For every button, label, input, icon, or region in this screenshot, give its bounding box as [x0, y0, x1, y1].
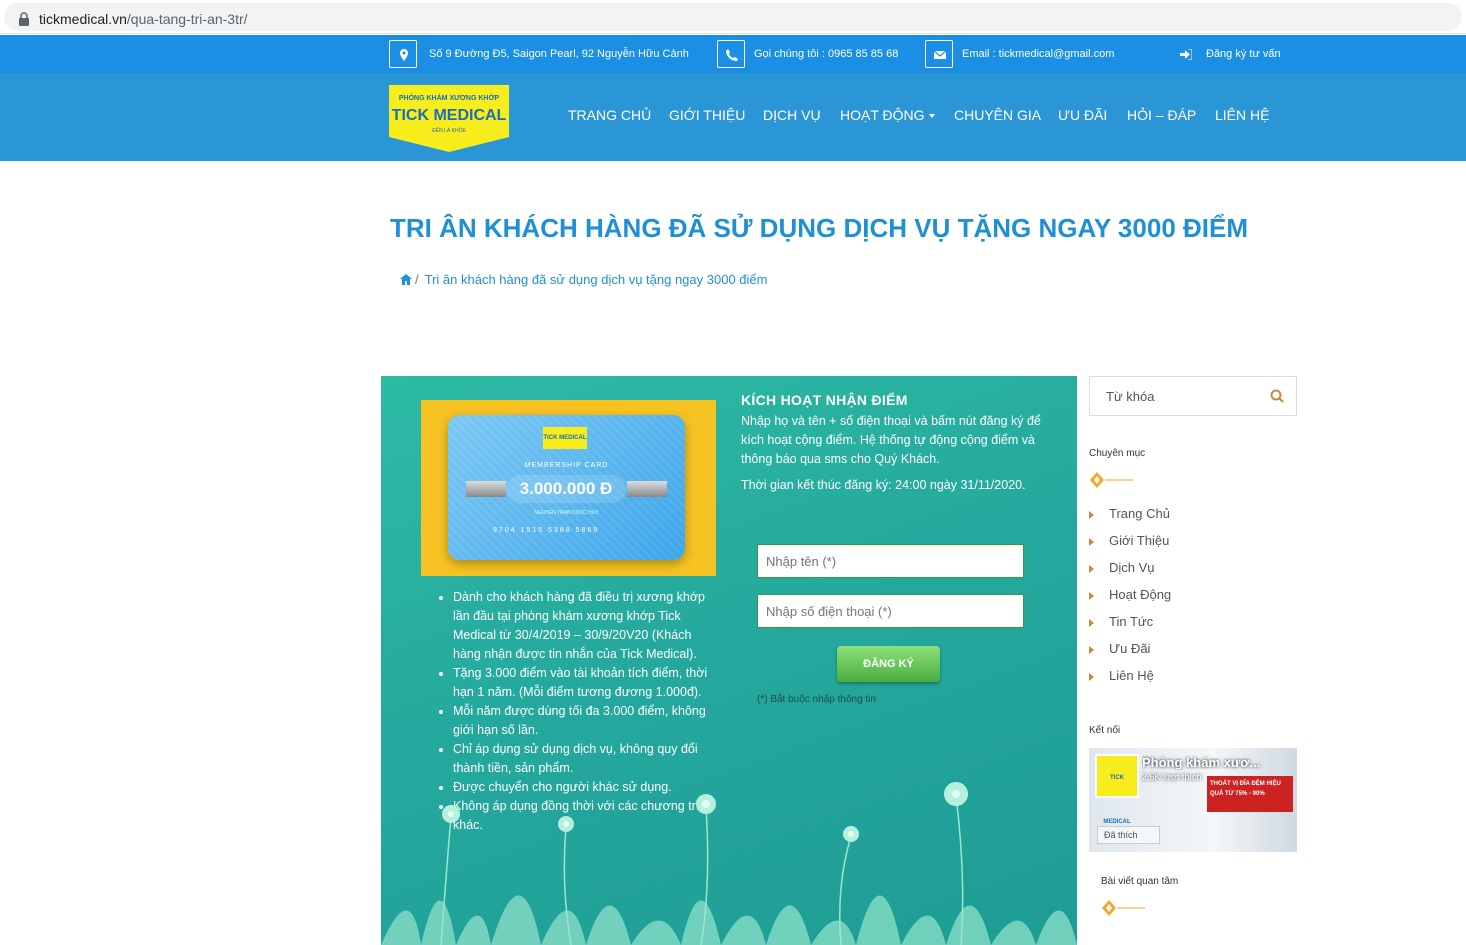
- logo-tagline-top: PHÒNG KHÁM XƯƠNG KHỚP: [399, 93, 500, 102]
- top-info-bar: Số 9 Đường Đ5, Saigon Pearl, 92 Nguyễn H…: [0, 35, 1466, 73]
- sign-in-icon: [1180, 49, 1192, 60]
- connect-title: Kết nối: [1089, 725, 1121, 736]
- category-item-hoat-dong[interactable]: Hoạt Động: [1089, 587, 1171, 602]
- nav-item-dich-vu[interactable]: DỊCH VỤ: [763, 107, 821, 123]
- card-label: MEMBERSHIP CARD: [524, 462, 609, 469]
- url-path: /qua-tang-tri-an-3tr/: [126, 11, 248, 27]
- list-item: Mỗi năm được dùng tối đa 3.000 điểm, khô…: [453, 702, 721, 740]
- ribbon-right: [627, 481, 667, 497]
- browser-address-bar: tickmedical.vn/qua-tang-tri-an-3tr/: [0, 0, 1466, 34]
- tick-medical-logo[interactable]: PHÒNG KHÁM XƯƠNG KHỚP TICK MEDICAL ĐẾN L…: [389, 85, 509, 152]
- search-input[interactable]: Từ khóa: [1106, 389, 1154, 404]
- nav-item-lien-he[interactable]: LIÊN HỆ: [1215, 107, 1269, 123]
- list-item: Tặng 3.000 điểm vào tài khoản tích điểm,…: [453, 664, 721, 702]
- address-text: Số 9 Đường Đ5, Saigon Pearl, 92 Nguyễn H…: [429, 48, 689, 60]
- list-item: Dành cho khách hàng đã điều trị xương kh…: [453, 588, 721, 664]
- related-posts-title: Bài viết quan tâm: [1101, 876, 1179, 887]
- phone-icon: [717, 40, 745, 68]
- breadcrumb-separator: /: [415, 272, 419, 287]
- membership-card: TICK MEDICAL MEMBERSHIP CARD 3.000.000 Đ…: [448, 415, 685, 560]
- ribbon-left: [466, 481, 506, 497]
- caret-right-icon: [1089, 618, 1094, 627]
- activate-title: KÍCH HOẠT NHẬN ĐIỂM: [741, 392, 908, 408]
- caret-right-icon: [1089, 564, 1094, 573]
- category-label: Trang Chủ: [1109, 506, 1170, 521]
- breadcrumb-current[interactable]: Tri ân khách hàng đã sử dụng dịch vụ tặn…: [425, 272, 768, 287]
- logo-tagline-bottom: ĐẾN LÀ KHỎE: [432, 127, 466, 134]
- caret-right-icon: [1089, 537, 1094, 546]
- required-note: (*) Bắt buộc nhập thông tin: [757, 694, 876, 705]
- category-label: Giới Thiệu: [1109, 533, 1170, 548]
- url-text: tickmedical.vn/qua-tang-tri-an-3tr/: [39, 11, 248, 27]
- category-label: Dịch Vụ: [1109, 560, 1155, 575]
- category-label: Liên Hệ: [1109, 668, 1154, 683]
- nav-item-hoi-dap[interactable]: HỎI – ĐÁP: [1127, 107, 1196, 123]
- breadcrumb: / Tri ân khách hàng đã sử dụng dịch vụ tặ…: [400, 272, 767, 287]
- category-item-gioi-thieu[interactable]: Giới Thiệu: [1089, 533, 1169, 548]
- caret-right-icon: [1089, 672, 1094, 681]
- category-item-dich-vu[interactable]: Dịch Vụ: [1089, 560, 1155, 575]
- flower-grass-decoration: [381, 782, 1077, 945]
- fb-cover-promo-text: THOÁT VỊ ĐĨA ĐỆM HIỆU QUẢ TỪ 75% - 90%: [1207, 776, 1293, 812]
- caret-right-icon: [1089, 645, 1094, 654]
- caret-right-icon: [1089, 591, 1094, 600]
- nav-item-chuyen-gia[interactable]: CHUYÊN GIA: [954, 107, 1041, 123]
- membership-card-image: TICK MEDICAL MEMBERSHIP CARD 3.000.000 Đ…: [421, 400, 716, 576]
- diamond-divider-icon: [1090, 472, 1133, 488]
- fb-page-avatar: TICK MEDICAL: [1095, 754, 1139, 825]
- register-button[interactable]: ĐĂNG KÝ: [837, 646, 940, 682]
- nav-item-hoat-dong[interactable]: HOẠT ĐỘNG: [840, 107, 935, 123]
- search-icon[interactable]: [1270, 389, 1284, 403]
- url-field[interactable]: tickmedical.vn/qua-tang-tri-an-3tr/: [4, 3, 1462, 31]
- card-amount: 3.000.000 Đ: [506, 475, 626, 503]
- page-title: TRI ÂN KHÁCH HÀNG ĐÃ SỬ DỤNG DỊCH VỤ TẶN…: [390, 213, 1248, 243]
- category-item-tin-tuc[interactable]: Tin Tức: [1089, 614, 1153, 629]
- category-item-uu-dai[interactable]: Ưu Đãi: [1089, 641, 1150, 656]
- nav-item-uu-dai[interactable]: ƯU ĐÃI: [1058, 107, 1107, 123]
- categories-title: Chuyên mục: [1089, 448, 1146, 459]
- category-label: Tin Tức: [1109, 614, 1154, 629]
- envelope-icon: [925, 40, 953, 68]
- facebook-page-widget[interactable]: THOÁT VỊ ĐĨA ĐỆM HIỆU QUẢ TỪ 75% - 90% T…: [1089, 748, 1297, 852]
- url-domain: tickmedical.vn: [39, 11, 127, 27]
- category-label: Hoạt Động: [1109, 587, 1172, 602]
- card-number: 9704 1515 5388 5869: [493, 527, 600, 534]
- fb-page-likes: 2,6K lượt thích: [1142, 772, 1202, 782]
- phone-text[interactable]: Gọi chúng tôi : 0965 85 85 68: [754, 48, 898, 60]
- home-icon[interactable]: [400, 274, 412, 285]
- card-logo: TICK MEDICAL: [543, 427, 587, 449]
- lock-icon: [19, 12, 29, 26]
- category-item-trang-chu[interactable]: Trang Chủ: [1089, 506, 1170, 521]
- nav-item-gioi-thieu[interactable]: GIỚI THIỆU: [669, 107, 745, 123]
- category-label: Ưu Đãi: [1109, 641, 1151, 656]
- nav-item-hoat-dong-label: HOẠT ĐỘNG: [840, 107, 925, 123]
- phone-input[interactable]: [757, 594, 1024, 628]
- name-input[interactable]: [757, 544, 1024, 578]
- card-owner: NGUYEN TRAN DUOC HUY: [534, 510, 599, 516]
- search-box[interactable]: Từ khóa: [1089, 376, 1297, 416]
- caret-right-icon: [1089, 510, 1094, 519]
- promo-banner: TICK MEDICAL MEMBERSHIP CARD 3.000.000 Đ…: [381, 376, 1077, 945]
- consult-link[interactable]: Đăng ký tư vấn: [1206, 48, 1281, 60]
- fb-liked-button[interactable]: Đã thích: [1097, 826, 1160, 844]
- activate-description: Nhập họ và tên + số điện thoại và bấm nú…: [741, 414, 1041, 466]
- diamond-divider-icon: [1102, 900, 1145, 916]
- activate-deadline: Thời gian kết thúc đăng ký: 24:00 ngày 3…: [741, 478, 1026, 492]
- map-marker-icon: [389, 40, 417, 68]
- category-item-lien-he[interactable]: Liên Hệ: [1089, 668, 1154, 683]
- email-text[interactable]: Email : tickmedical@gmail.com: [962, 48, 1114, 60]
- fb-page-name[interactable]: Phòng khám xươ...: [1142, 755, 1272, 770]
- caret-down-icon: [928, 114, 935, 119]
- nav-item-trang-chu[interactable]: TRANG CHỦ: [568, 107, 651, 123]
- fb-liked-label: Đã thích: [1104, 830, 1138, 840]
- logo-brand: TICK MEDICAL: [392, 107, 507, 124]
- main-navigation: PHÒNG KHÁM XƯƠNG KHỚP TICK MEDICAL ĐẾN L…: [0, 73, 1466, 161]
